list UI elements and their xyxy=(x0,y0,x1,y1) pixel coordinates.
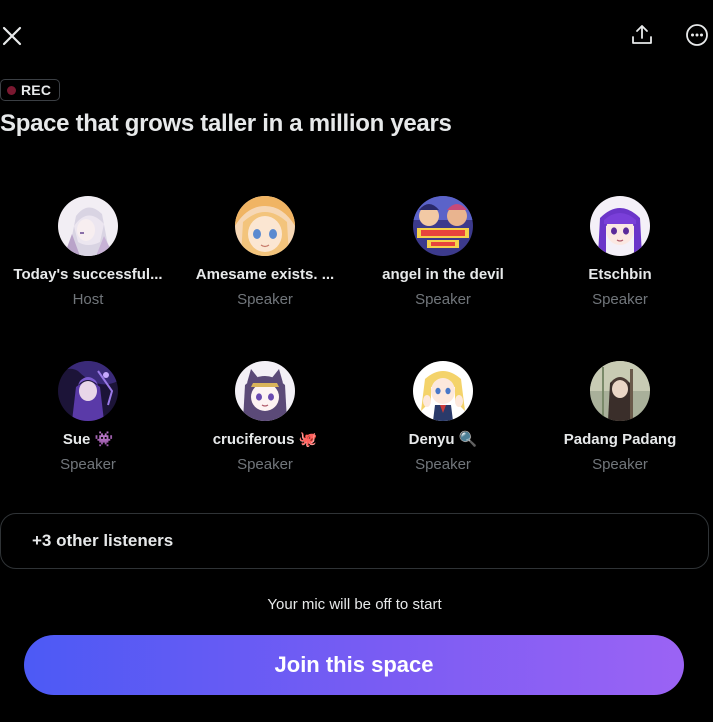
avatar xyxy=(58,361,118,421)
participant-role: Speaker xyxy=(415,291,471,308)
participant-name: Denyu 🔍 xyxy=(408,431,478,448)
more-options-icon xyxy=(686,24,708,46)
avatar xyxy=(413,361,473,421)
more-options-button[interactable] xyxy=(677,15,713,55)
participant-name: Amesame exists. ... xyxy=(195,266,335,283)
participant-role: Speaker xyxy=(237,456,293,473)
participant-host[interactable]: Today's successful... Host xyxy=(2,196,174,326)
participant-name: Etschbin xyxy=(588,266,652,283)
avatar xyxy=(58,196,118,256)
recording-dot-icon xyxy=(7,85,16,95)
mic-note: Your mic will be off to start xyxy=(267,596,442,613)
avatar xyxy=(235,196,295,256)
avatar xyxy=(590,196,650,256)
other-listeners-label: +3 other listeners xyxy=(32,531,174,550)
participant-speaker[interactable]: Denyu 🔍 Speaker xyxy=(357,361,529,491)
close-button[interactable] xyxy=(0,16,32,56)
participant-name: cruciferous 🐙 xyxy=(212,431,318,448)
participant-name: angel in the devil xyxy=(382,266,504,283)
participant-role: Speaker xyxy=(592,456,648,473)
participant-name: Today's successful... xyxy=(13,266,163,283)
participant-speaker[interactable]: cruciferous 🐙 Speaker xyxy=(179,361,351,491)
avatar xyxy=(235,361,295,421)
participant-role: Speaker xyxy=(237,291,293,308)
recording-label: REC xyxy=(21,82,52,98)
join-space-button[interactable]: Join this space xyxy=(24,635,684,695)
avatar xyxy=(590,361,650,421)
close-icon xyxy=(2,26,22,46)
other-listeners-button[interactable]: +3 other listeners xyxy=(0,513,709,569)
participant-role: Speaker xyxy=(592,291,648,308)
share-button[interactable] xyxy=(622,15,662,55)
share-icon xyxy=(632,25,652,44)
participant-name: Padang Padang xyxy=(563,431,677,448)
participant-speaker[interactable]: angel in the devil Speaker xyxy=(357,196,529,326)
join-space-label: Join this space xyxy=(274,652,434,677)
participant-role: Speaker xyxy=(60,456,116,473)
participant-speaker[interactable]: Amesame exists. ... Speaker xyxy=(179,196,351,326)
participant-speaker[interactable]: Padang Padang Speaker xyxy=(534,361,706,491)
top-bar xyxy=(0,0,713,72)
recording-badge: REC xyxy=(0,79,61,101)
participant-role: Host xyxy=(72,291,104,308)
participant-speaker[interactable]: Etschbin Speaker xyxy=(534,196,706,326)
avatar xyxy=(413,196,473,256)
participant-speaker[interactable]: Sue 👾 Speaker xyxy=(2,361,174,491)
participant-name: Sue 👾 xyxy=(62,431,114,448)
participant-role: Speaker xyxy=(415,456,471,473)
space-title: Space that grows taller in a million yea… xyxy=(0,110,452,137)
